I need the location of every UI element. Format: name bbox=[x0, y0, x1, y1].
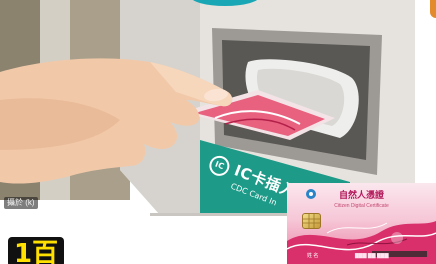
certificate-card-image: 自然人憑證 Citizen Digital Certificate 姓 名 ▇▇… bbox=[287, 183, 436, 264]
photo-frame: IC IC卡插入 CDC Card In 攝於 (k) 自然人憑證 Citize… bbox=[0, 0, 436, 264]
smartcard-chip-icon bbox=[302, 213, 321, 229]
card-title: 自然人憑證 bbox=[338, 191, 384, 201]
headline-caption: 1百 bbox=[8, 237, 65, 264]
card-field-label: 姓 名 bbox=[307, 253, 319, 259]
photo-credit: 攝於 (k) bbox=[4, 197, 38, 209]
card-field-value: ▇▇▇ ▇▇ ▇▇▇ bbox=[355, 253, 389, 259]
card-subtitle: Citizen Digital Certificate bbox=[334, 203, 389, 209]
decorative-shape bbox=[430, 0, 436, 18]
